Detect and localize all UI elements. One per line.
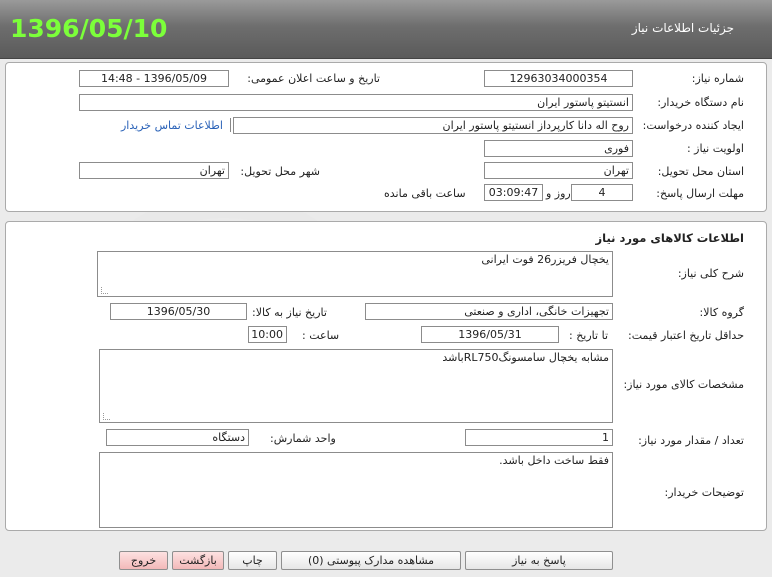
province-label: استان محل تحویل: xyxy=(657,165,744,178)
until-date-label: تا تاریخ : xyxy=(569,329,608,342)
min-validity-label: حداقل تاریخ اعتبار قیمت: xyxy=(628,329,744,342)
exit-button[interactable]: خروج xyxy=(119,551,168,570)
attachments-button[interactable]: مشاهده مدارک پیوستی (0) xyxy=(281,551,461,570)
buyer-notes-field: فقط ساخت داخل باشد. xyxy=(99,452,613,528)
need-number-field: 12963034000354 xyxy=(484,70,633,87)
requester-field: روح اله دانا کارپرداز انستیتو پاستور ایر… xyxy=(233,117,633,134)
reply-button[interactable]: پاسخ به نیاز xyxy=(465,551,613,570)
unit-label: واحد شمارش: xyxy=(270,432,336,445)
goods-section-title: اطلاعات کالاهای مورد نیاز xyxy=(595,231,744,245)
need-date-label: تاریخ نیاز به کالا: xyxy=(252,306,327,319)
summary-text: یخچال فریزر26 فوت ایرانی xyxy=(481,253,609,266)
province-field: تهران xyxy=(484,162,633,179)
specs-field: مشابه یخچال سامسونگRL750باشد xyxy=(99,349,613,423)
summary-field: یخچال فریزر26 فوت ایرانی xyxy=(97,251,613,297)
specs-text: مشابه یخچال سامسونگRL750باشد xyxy=(442,351,609,364)
resize-grip[interactable] xyxy=(101,287,108,294)
time-label: ساعت : xyxy=(302,329,340,342)
buyer-org-label: نام دستگاه خریدار: xyxy=(657,96,744,109)
page-title: جزئیات اطلاعات نیاز xyxy=(631,21,734,35)
city-label: شهر محل تحویل: xyxy=(240,165,320,178)
buyer-notes-text: فقط ساخت داخل باشد. xyxy=(499,454,609,467)
contact-buyer-link[interactable]: اطلاعات تماس خریدار xyxy=(121,119,223,132)
qty-label: تعداد / مقدار مورد نیاز: xyxy=(638,434,744,447)
page-header: 1396/05/10 جزئیات اطلاعات نیاز xyxy=(0,0,772,59)
requester-label: ایجاد کننده درخواست: xyxy=(642,119,744,132)
priority-field: فوری xyxy=(484,140,633,157)
priority-label: اولویت نیاز : xyxy=(686,142,744,155)
header-date: 1396/05/10 xyxy=(10,14,168,43)
back-button[interactable]: بازگشت xyxy=(172,551,224,570)
unit-field: دستگاه xyxy=(106,429,249,446)
announce-label: تاریخ و ساعت اعلان عمومی: xyxy=(247,72,380,85)
time-field: 10:00 xyxy=(248,326,287,343)
days-suffix: روز و xyxy=(546,187,571,200)
buyer-notes-label: توضیحات خریدار: xyxy=(664,486,745,499)
specs-label: مشخصات کالای مورد نیاز: xyxy=(623,378,744,391)
group-field: تجهیزات خانگی، اداری و صنعتی xyxy=(365,303,613,320)
time-left-suffix: ساعت باقی مانده xyxy=(384,187,466,200)
summary-label: شرح کلی نیاز: xyxy=(677,267,744,280)
need-date-field: 1396/05/30 xyxy=(110,303,247,320)
buyer-org-field: انستیتو پاستور ایران xyxy=(79,94,633,111)
deadline-label: مهلت ارسال پاسخ: xyxy=(656,187,744,200)
qty-field: 1 xyxy=(465,429,613,446)
days-field: 4 xyxy=(571,184,633,201)
group-label: گروه کالا: xyxy=(699,306,744,319)
resize-grip[interactable] xyxy=(103,413,110,420)
until-date-field: 1396/05/31 xyxy=(421,326,559,343)
time-left-field: 03:09:47 xyxy=(484,184,543,201)
separator xyxy=(230,118,231,132)
city-field: تهران xyxy=(79,162,229,179)
announce-field: 1396/05/09 - 14:48 xyxy=(79,70,229,87)
print-button[interactable]: چاپ xyxy=(228,551,277,570)
need-number-label: شماره نیاز: xyxy=(691,72,744,85)
